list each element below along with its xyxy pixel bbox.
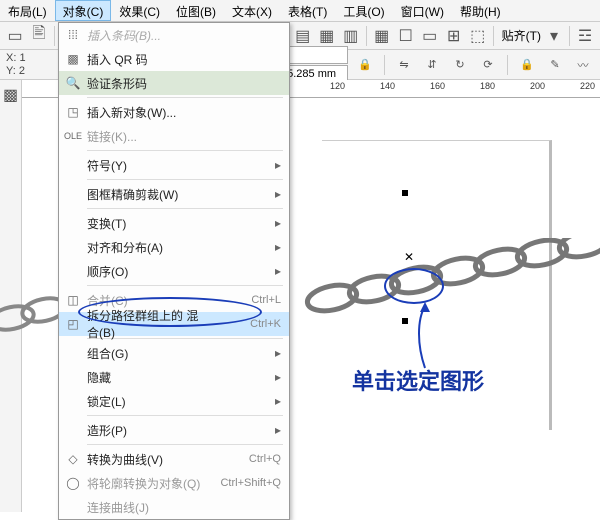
align-right-icon[interactable]: ▥ [340,25,362,47]
coord-y: Y: 2 [6,65,26,78]
menu-group[interactable]: 组合(G)▸ [59,341,289,365]
menu-shaping[interactable]: 造形(P)▸ [59,418,289,442]
align-left-icon[interactable]: ▤ [292,25,314,47]
menu-symbol[interactable]: 符号(Y)▸ [59,153,289,177]
select-icon[interactable]: ⬚ [467,25,489,47]
grid2-icon[interactable]: ⊞ [443,25,465,47]
menu-outline-object: ◯将轮廓转换为对象(Q)Ctrl+Shift+Q [59,471,289,495]
crop-icon[interactable]: ☐ [395,25,417,47]
toolbox: ▩ [0,80,22,512]
flip-h-icon[interactable]: ⇋ [393,54,415,76]
menu-layout[interactable]: 布局(L) [0,0,55,21]
curve-icon[interactable]: 〰 [572,54,594,76]
annotation-text: 单击选定图形 [352,364,484,396]
menu-bitmap[interactable]: 位图(B) [168,0,224,21]
ruler-tick-160: 160 [430,81,445,91]
qr-icon[interactable]: ▩ [0,84,22,106]
coord-x: X: 1 [6,52,26,65]
new-icon[interactable]: ▭ [4,25,26,47]
options-icon[interactable]: ▭ [419,25,441,47]
menu-tool[interactable]: 工具(O) [335,0,392,21]
menubar: 布局(L) 对象(C) 效果(C) 位图(B) 文本(X) 表格(T) 工具(O… [0,0,600,22]
menu-insert-barcode[interactable]: ⁞⁞⁞插入条码(B)... [59,23,289,47]
opts-icon[interactable]: ☲ [574,25,596,47]
lock-icon[interactable]: 🔒 [516,54,538,76]
menu-hide[interactable]: 隐藏▸ [59,365,289,389]
ruler-tick-200: 200 [530,81,545,91]
menu-join-curves: 连接曲线(J) [59,495,289,519]
flip-v-icon[interactable]: ⇵ [421,54,443,76]
menu-text[interactable]: 文本(X) [224,0,280,21]
ruler-tick-220: 220 [580,81,595,91]
chevron-down-icon[interactable]: ▾ [543,25,565,47]
menu-break-apart[interactable]: ◰拆分路径群组上的 混合(B)Ctrl+K [59,312,289,336]
selection-handle[interactable] [402,190,408,196]
refresh-icon[interactable]: ⟳ [477,54,499,76]
rotate-cw-icon[interactable]: ↻ [449,54,471,76]
align-center-icon[interactable]: ▦ [316,25,338,47]
menu-order[interactable]: 顺序(O)▸ [59,259,289,283]
outline-tool-icon[interactable]: ✎ [544,54,566,76]
menu-object[interactable]: 对象(C) [55,0,112,21]
ruler-tick-140: 140 [380,81,395,91]
object-menu-dropdown: ⁞⁞⁞插入条码(B)... ▩插入 QR 码 🔍验证条形码 ◳插入新对象(W).… [58,22,290,520]
open-icon[interactable]: 🖹 [28,25,50,47]
menu-lock[interactable]: 锁定(L)▸ [59,389,289,413]
ruler-tick-180: 180 [480,81,495,91]
snap-label[interactable]: 贴齐(T) [502,27,541,44]
grid-icon[interactable]: ▦ [371,25,393,47]
menu-link: OLE链接(K)... [59,124,289,148]
menu-insert-qr[interactable]: ▩插入 QR 码 [59,47,289,71]
menu-help[interactable]: 帮助(H) [452,0,509,21]
menu-powerclip[interactable]: 图框精确剪裁(W)▸ [59,182,289,206]
menu-transform[interactable]: 变换(T)▸ [59,211,289,235]
menu-effect[interactable]: 效果(C) [111,0,168,21]
selection-anchor-x: ✕ [404,250,414,264]
menu-window[interactable]: 窗口(W) [393,0,452,21]
ruler-tick-120: 120 [330,81,345,91]
menu-table[interactable]: 表格(T) [280,0,335,21]
selection-handle[interactable] [402,318,408,324]
menu-align[interactable]: 对齐和分布(A)▸ [59,235,289,259]
menu-insert-object[interactable]: ◳插入新对象(W)... [59,100,289,124]
menu-convert-curve[interactable]: ◇转换为曲线(V)Ctrl+Q [59,447,289,471]
lock-ratio-icon[interactable]: 🔒 [354,54,376,76]
menu-verify-barcode[interactable]: 🔍验证条形码 [59,71,289,95]
